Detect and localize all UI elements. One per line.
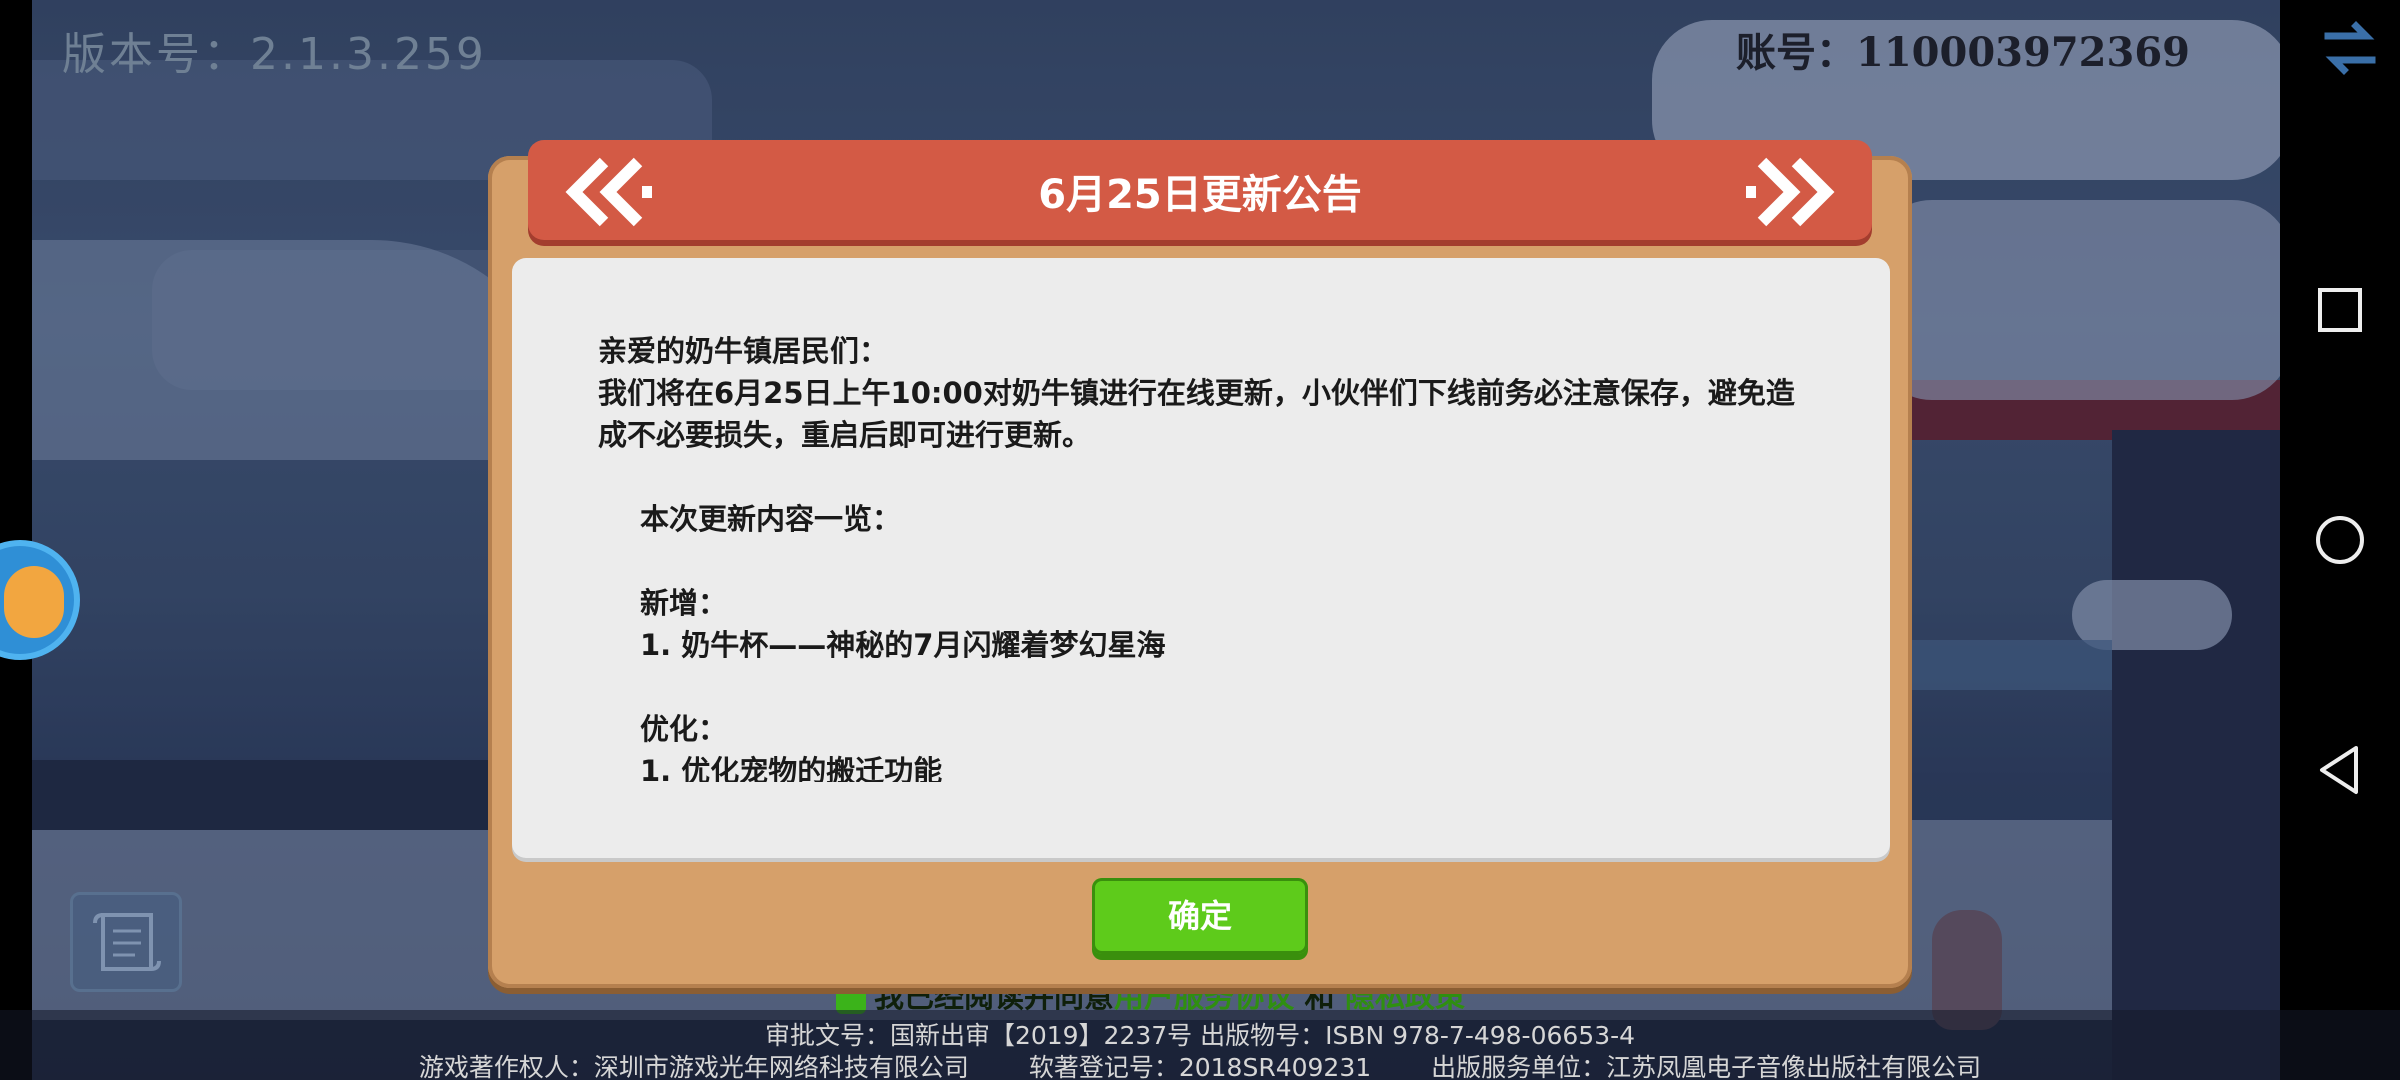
greeting-text: 亲爱的奶牛镇居民们： [598, 334, 889, 368]
game-screen: 版本号：2.1.3.259 账号：110003972369 我已经阅读并同意用户… [0, 0, 2400, 1080]
optimization-heading: 优化： [640, 712, 728, 746]
back-icon [2320, 746, 2358, 794]
confirm-button[interactable]: 确定 [1092, 878, 1308, 954]
dialog-title: 6月25日更新公告 [1038, 172, 1362, 218]
software-registration: 软著登记号：2018SR409231 [1028, 1053, 1372, 1080]
publisher-info: 出版服务单位：江苏凤凰电子音像出版社有限公司 [1431, 1053, 1982, 1080]
recent-apps-icon [2318, 288, 2362, 332]
update-announcement-dialog: 6月25日更新公告 亲爱的奶牛镇居民们： 我们将在6月25日上午10:00对奶牛… [488, 140, 1912, 988]
double-chevron-left-icon [565, 157, 652, 227]
copyright-info: 游戏著作权人：深圳市游戏光年网络科技有限公司 软著登记号：2018SR409231… [0, 1048, 2400, 1080]
scroll-icon [93, 913, 161, 971]
announcement-content-panel[interactable]: 亲爱的奶牛镇居民们： 我们将在6月25日上午10:00对奶牛镇进行在线更新，小伙… [512, 258, 1890, 858]
gamepad-icon [4, 566, 64, 638]
double-chevron-right-icon [1746, 157, 1835, 227]
back-button[interactable] [2298, 728, 2382, 812]
home-icon [2316, 516, 2364, 564]
new-item: 1. 奶牛杯——神秘的7月闪耀着梦幻星海 [640, 628, 1166, 662]
previous-announcement-button[interactable] [558, 152, 658, 232]
account-label: 账号：110003972369 [1736, 29, 2190, 76]
system-nav-bar [2280, 0, 2400, 1080]
intro-text: 我们将在6月25日上午10:00对奶牛镇进行在线更新，小伙伴们下线前务必注意保存… [598, 376, 1795, 452]
swap-arrows-icon [2324, 21, 2376, 75]
recent-apps-button[interactable] [2298, 268, 2382, 352]
new-section-heading: 新增： [640, 586, 728, 620]
next-announcement-button[interactable] [1742, 152, 1842, 232]
overview-heading: 本次更新内容一览： [640, 502, 902, 536]
copyright-owner: 游戏著作权人：深圳市游戏光年网络科技有限公司 [418, 1053, 969, 1080]
announcement-scroll-button[interactable] [70, 892, 182, 992]
optimization-item: 1. 优化宠物的搬迁功能 [640, 754, 943, 782]
agreement-checkbox[interactable] [836, 983, 866, 1014]
approval-info: 审批文号：国新出审【2019】2237号 出版物号：ISBN 978-7-498… [764, 1021, 1636, 1050]
version-label: 版本号：2.1.3.259 [62, 29, 487, 80]
switch-account-button[interactable] [2322, 18, 2378, 78]
dialog-title-bar: 6月25日更新公告 [528, 140, 1872, 240]
announcement-text: 亲爱的奶牛镇居民们： 我们将在6月25日上午10:00对奶牛镇进行在线更新，小伙… [598, 330, 1818, 782]
home-button[interactable] [2298, 498, 2382, 582]
